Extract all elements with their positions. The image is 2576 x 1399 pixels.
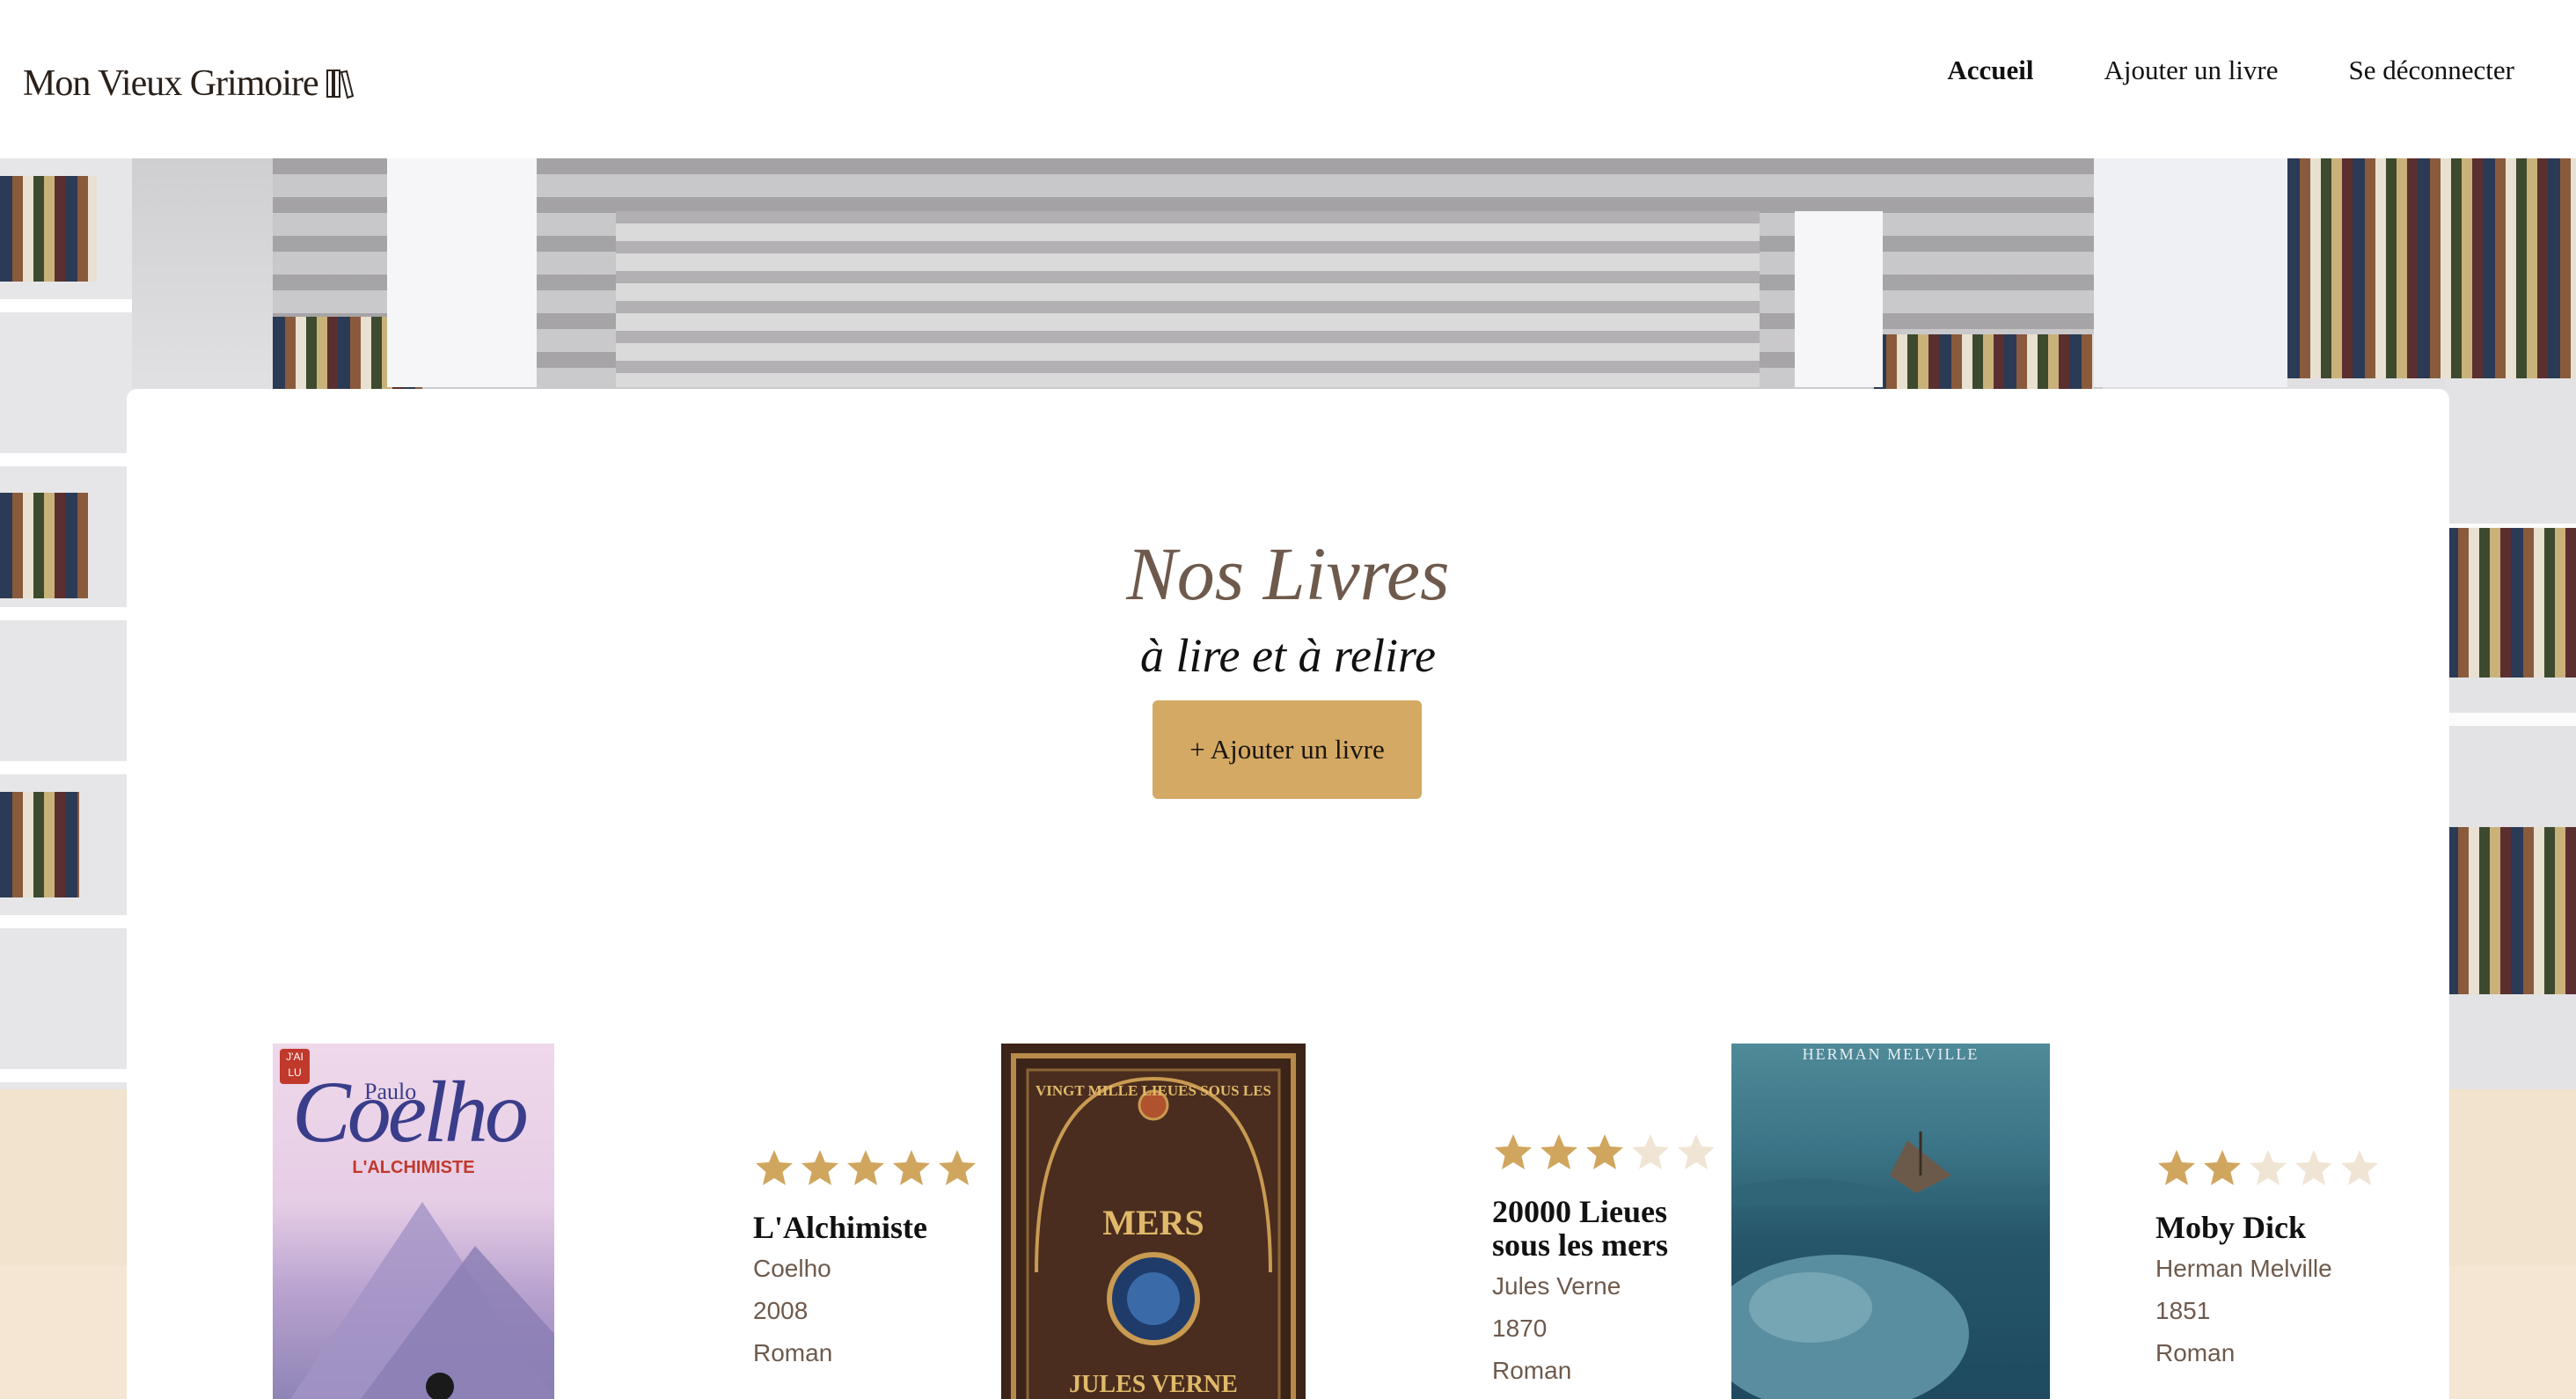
books-decor (2446, 528, 2576, 678)
cover-title: L'ALCHIMISTE (352, 1158, 475, 1177)
books-decor (0, 792, 79, 897)
star-icon (1586, 1134, 1623, 1169)
cover-word: MERS (1102, 1203, 1204, 1242)
nav-ajouter-un-livre[interactable]: Ajouter un livre (2104, 55, 2279, 86)
shelf-column (387, 158, 537, 387)
star-icon (2341, 1150, 2378, 1185)
books-decor (0, 176, 97, 282)
page-title: Nos Livres (1126, 531, 1450, 616)
shelf-column (1795, 211, 1883, 387)
book-cover-image[interactable]: HERMAN MELVILLE (1731, 1044, 2050, 1399)
book-info: Moby Dick Herman Melville 1851 Roman (2155, 1147, 2455, 1374)
book-genre: Roman (2155, 1339, 2236, 1366)
shelf-column (2094, 158, 2287, 387)
nav-accueil[interactable]: Accueil (1947, 55, 2033, 86)
left-shelf (0, 158, 132, 1249)
page-subtitle: à lire et à relire (1140, 629, 1436, 682)
star-icon (1632, 1134, 1669, 1169)
books-logo-icon (326, 67, 355, 100)
star-icon (2295, 1150, 2332, 1185)
cover-illustration (1731, 1132, 2050, 1399)
books-card: Nos Livres à lire et à relire + Ajouter … (127, 389, 2449, 1399)
book-cover-image[interactable]: VINGT MILLE LIEUES SOUS LES MERS JULES V… (1001, 1044, 1306, 1399)
book-year: 1851 (2155, 1297, 2211, 1324)
book-cover-image[interactable]: J'AI LU Paulo Coelho L'ALCHIMISTE (273, 1044, 554, 1399)
books-decor (2287, 158, 2576, 378)
star-icon (847, 1150, 884, 1185)
star-icon (801, 1150, 838, 1185)
star-icon (2204, 1150, 2241, 1185)
books-decor (2446, 827, 2576, 994)
star-icon (1495, 1134, 1532, 1169)
ceiling-decor-inner (616, 211, 1760, 387)
star-icon (756, 1150, 793, 1185)
book-title[interactable]: Moby Dick (2155, 1211, 2455, 1244)
add-book-button[interactable]: + Ajouter un livre (1153, 700, 1422, 799)
star-icon (939, 1150, 976, 1185)
logo[interactable]: Mon Vieux Grimoire (23, 62, 355, 105)
cover-author: JULES VERNE (1069, 1371, 1238, 1398)
site-header: Mon Vieux Grimoire Accueil Ajouter un li… (0, 0, 2576, 158)
star-icon (2158, 1150, 2195, 1185)
book-author: Herman Melville (2155, 1255, 2332, 1282)
star-icon (2250, 1150, 2287, 1185)
star-icon (893, 1150, 930, 1185)
cover-arc-title: VINGT MILLE LIEUES SOUS LES (1035, 1082, 1271, 1099)
cover-author-last: Coelho (292, 1063, 529, 1161)
main-nav: Accueil Ajouter un livre Se déconnecter (1947, 55, 2514, 86)
books-decor (0, 493, 88, 598)
logo-text: Mon Vieux Grimoire (23, 63, 319, 104)
star-icon (1678, 1134, 1715, 1169)
star-icon (1540, 1134, 1577, 1169)
cover-author: HERMAN MELVILLE (1802, 1045, 1980, 1063)
rating-stars (2155, 1147, 2455, 1190)
nav-se-deconnecter[interactable]: Se déconnecter (2349, 55, 2514, 86)
